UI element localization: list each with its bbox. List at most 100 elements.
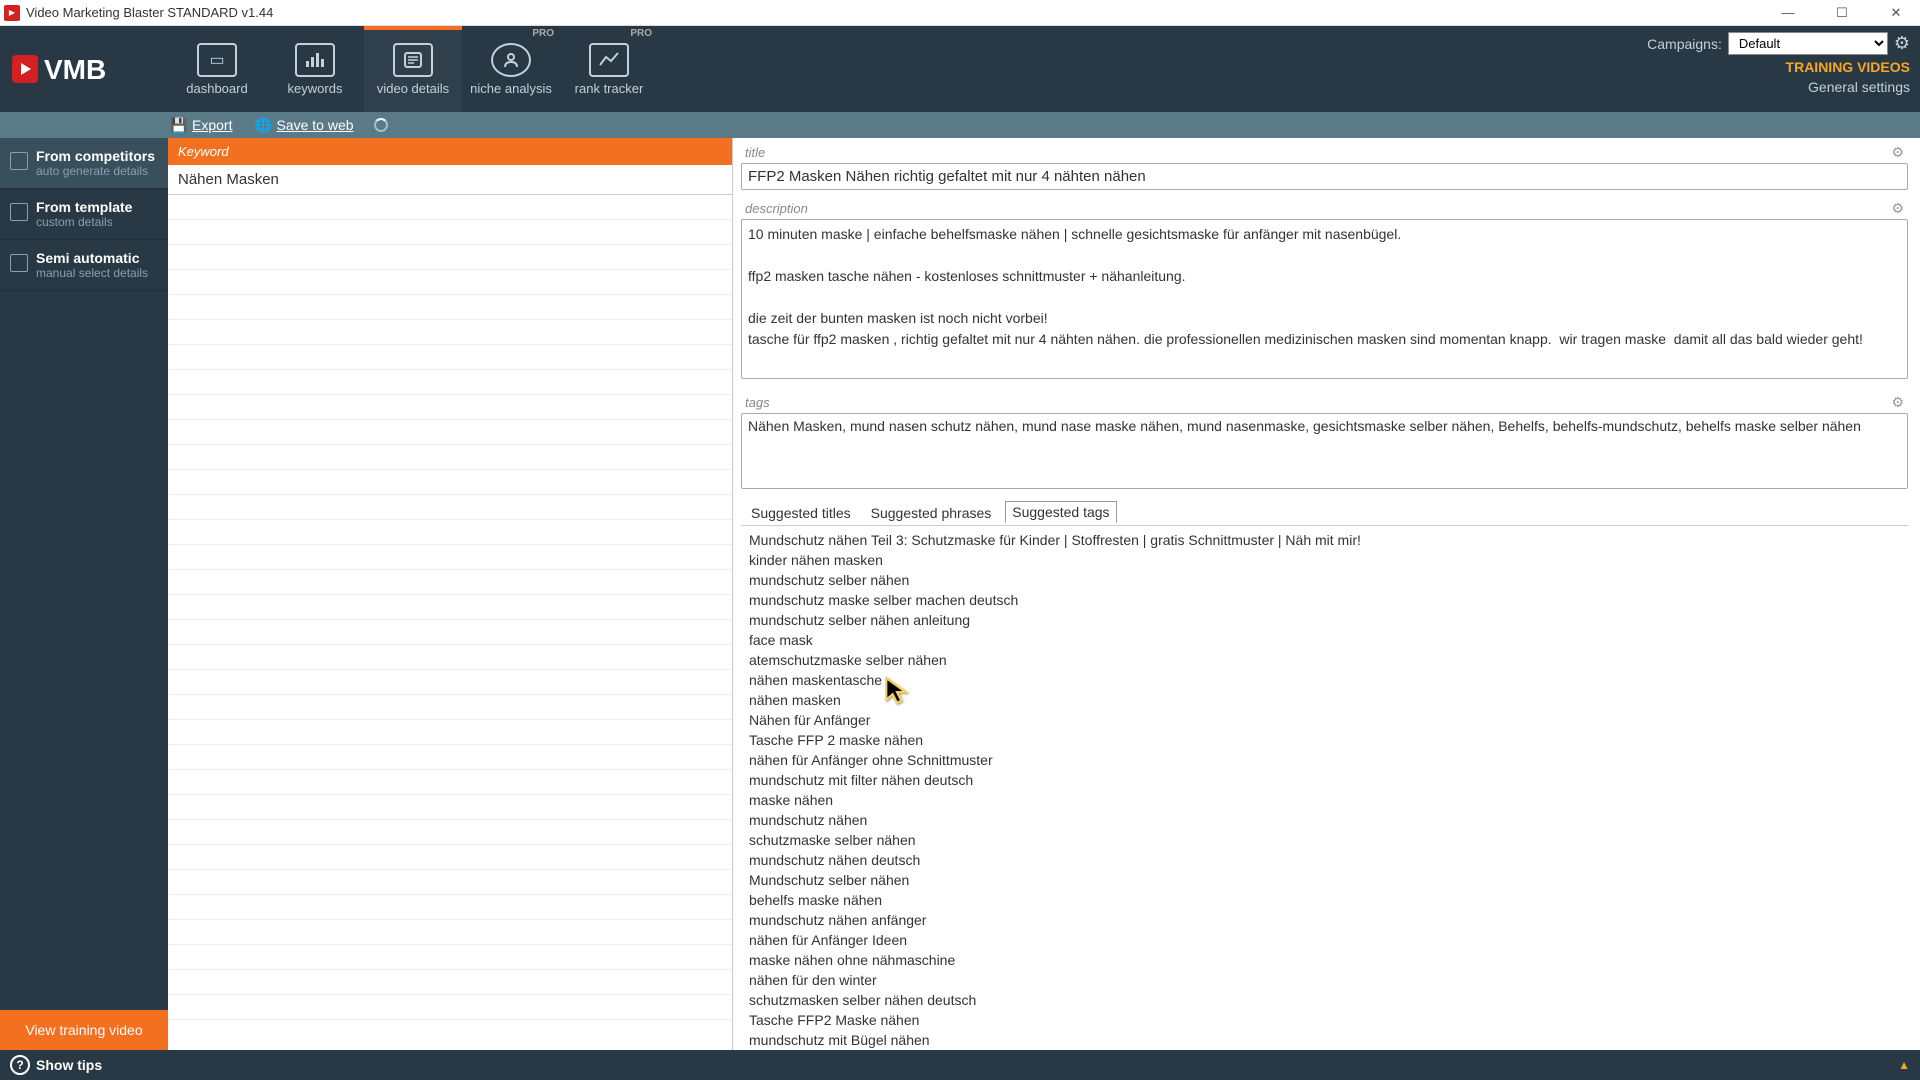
suggestion-tabs: Suggested titles Suggested phrases Sugge…	[741, 493, 1908, 525]
tab-niche-analysis[interactable]: PRO niche analysis	[462, 26, 560, 112]
keyword-column: Keyword	[168, 138, 733, 1050]
sidebar-item-title: From competitors	[36, 148, 158, 164]
pro-badge: PRO	[630, 28, 652, 39]
tags-settings-icon[interactable]: ⚙	[1891, 394, 1904, 411]
video-details-icon	[393, 43, 433, 77]
niche-icon	[491, 43, 531, 77]
training-videos-link[interactable]: TRAINING VIDEOS	[1786, 59, 1910, 75]
bottom-bar: ? Show tips ▲	[0, 1050, 1920, 1080]
suggestion-item[interactable]: nähen masken	[745, 690, 1904, 710]
suggestion-item[interactable]: schutzmasken selber nähen deutsch	[745, 990, 1904, 1010]
app-header: VMB ▭ dashboard keywords video details P…	[0, 26, 1920, 112]
export-icon: 💾	[172, 118, 186, 132]
tab-label: keywords	[288, 81, 343, 96]
suggestion-item[interactable]: nähen für Anfänger Ideen	[745, 930, 1904, 950]
sidebar-item-title: Semi automatic	[36, 250, 158, 266]
window-controls: — ☐ ✕	[1768, 1, 1916, 25]
suggestion-list[interactable]: Mundschutz nähen Teil 3: Schutzmaske für…	[741, 525, 1908, 1050]
description-settings-icon[interactable]: ⚙	[1891, 200, 1904, 217]
tags-label: tags	[745, 395, 770, 410]
sidebar-item-competitors[interactable]: From competitors auto generate details	[0, 138, 168, 189]
suggestion-item[interactable]: mundschutz nähen deutsch	[745, 850, 1904, 870]
view-training-button[interactable]: View training video	[0, 1010, 168, 1050]
sug-tab-phrases[interactable]: Suggested phrases	[865, 503, 998, 523]
tab-label: rank tracker	[575, 81, 644, 96]
sug-tab-tags[interactable]: Suggested tags	[1005, 501, 1116, 523]
pro-badge: PRO	[532, 28, 554, 39]
suggestion-item[interactable]: mundschutz maske selber machen deutsch	[745, 590, 1904, 610]
title-label: title	[745, 145, 765, 160]
keyword-list	[168, 195, 732, 1050]
window-titlebar: Video Marketing Blaster STANDARD v1.44 —…	[0, 0, 1920, 26]
loading-spinner-icon	[374, 118, 388, 132]
tab-dashboard[interactable]: ▭ dashboard	[168, 26, 266, 112]
campaigns-label: Campaigns:	[1647, 36, 1722, 52]
suggestion-item[interactable]: face mask	[745, 630, 1904, 650]
sidebar-item-sub: auto generate details	[36, 164, 158, 178]
suggestion-item[interactable]: behelfs maske nähen	[745, 890, 1904, 910]
keyword-header: Keyword	[168, 138, 732, 165]
main-tabs: ▭ dashboard keywords video details PRO n…	[168, 26, 658, 112]
sidebar-item-semi-auto[interactable]: Semi automatic manual select details	[0, 240, 168, 291]
description-textarea[interactable]	[741, 219, 1908, 379]
maximize-button[interactable]: ☐	[1822, 1, 1862, 25]
suggestion-item[interactable]: mundschutz selber nähen anleitung	[745, 610, 1904, 630]
content-panel: title ⚙ description ⚙ tags ⚙ Nähen Maske…	[733, 138, 1920, 1050]
suggestion-item[interactable]: Tasche FFP2 Maske nähen	[745, 1010, 1904, 1030]
suggestion-item[interactable]: Tasche FFP 2 maske nähen	[745, 730, 1904, 750]
suggestion-item[interactable]: Mundschutz nähen Teil 3: Schutzmaske für…	[745, 530, 1904, 550]
suggestion-item[interactable]: schutzmaske selber nähen	[745, 830, 1904, 850]
save-web-icon: 🌐	[256, 118, 270, 132]
suggestion-item[interactable]: maske nähen	[745, 790, 1904, 810]
general-settings-link[interactable]: General settings	[1808, 79, 1910, 95]
suggestion-item[interactable]: mundschutz nähen anfänger	[745, 910, 1904, 930]
keyword-input[interactable]	[168, 165, 732, 195]
sidebar-item-sub: custom details	[36, 215, 158, 229]
suggestion-item[interactable]: maske nähen ohne nähmaschine	[745, 950, 1904, 970]
tab-video-details[interactable]: video details	[364, 26, 462, 112]
header-right: Campaigns: Default ⚙ TRAINING VIDEOS Gen…	[1647, 32, 1910, 95]
suggestion-item[interactable]: mundschutz selber nähen	[745, 570, 1904, 590]
show-tips-button[interactable]: ? Show tips	[10, 1055, 102, 1075]
rank-tracker-icon	[589, 43, 629, 77]
tab-label: video details	[377, 81, 449, 96]
dashboard-icon: ▭	[197, 43, 237, 77]
lightbulb-icon: ?	[10, 1055, 30, 1075]
suggestion-item[interactable]: Nähen für Anfänger	[745, 710, 1904, 730]
export-link[interactable]: Export	[192, 117, 232, 133]
suggestion-item[interactable]: nähen für Anfänger ohne Schnittmuster	[745, 750, 1904, 770]
suggestion-item[interactable]: mundschutz mit Bügel nähen	[745, 1030, 1904, 1050]
minimize-button[interactable]: —	[1768, 1, 1808, 25]
keywords-icon	[295, 43, 335, 77]
sug-tab-titles[interactable]: Suggested titles	[745, 503, 857, 523]
tab-keywords[interactable]: keywords	[266, 26, 364, 112]
suggestion-item[interactable]: Mundschutz selber nähen	[745, 870, 1904, 890]
suggestion-item[interactable]: nähen maskentasche	[745, 670, 1904, 690]
app-icon	[4, 5, 20, 21]
sidebar-item-sub: manual select details	[36, 266, 158, 280]
collapse-icon[interactable]: ▲	[1898, 1058, 1910, 1072]
campaign-select[interactable]: Default	[1728, 32, 1888, 55]
title-input[interactable]	[741, 163, 1908, 190]
tags-textarea[interactable]: Nähen Masken, mund nasen schutz nähen, m…	[741, 413, 1908, 489]
suggestion-item[interactable]: atemschutzmaske selber nähen	[745, 650, 1904, 670]
toolbar: 💾 Export 🌐 Save to web	[0, 112, 1920, 138]
app-logo: VMB	[0, 26, 168, 112]
suggestion-item[interactable]: mundschutz mit filter nähen deutsch	[745, 770, 1904, 790]
sidebar-item-title: From template	[36, 199, 158, 215]
sidebar-item-template[interactable]: From template custom details	[0, 189, 168, 240]
title-settings-icon[interactable]: ⚙	[1891, 144, 1904, 161]
campaign-settings-icon[interactable]: ⚙	[1894, 33, 1910, 54]
suggestion-item[interactable]: kinder nähen masken	[745, 550, 1904, 570]
svg-text:VMB: VMB	[44, 54, 106, 85]
window-title: Video Marketing Blaster STANDARD v1.44	[26, 5, 1768, 20]
show-tips-label: Show tips	[36, 1057, 102, 1073]
tab-label: niche analysis	[470, 81, 552, 96]
tab-label: dashboard	[186, 81, 247, 96]
sidebar: From competitors auto generate details F…	[0, 138, 168, 1050]
close-button[interactable]: ✕	[1876, 1, 1916, 25]
save-web-link[interactable]: Save to web	[276, 117, 353, 133]
tab-rank-tracker[interactable]: PRO rank tracker	[560, 26, 658, 112]
suggestion-item[interactable]: nähen für den winter	[745, 970, 1904, 990]
suggestion-item[interactable]: mundschutz nähen	[745, 810, 1904, 830]
